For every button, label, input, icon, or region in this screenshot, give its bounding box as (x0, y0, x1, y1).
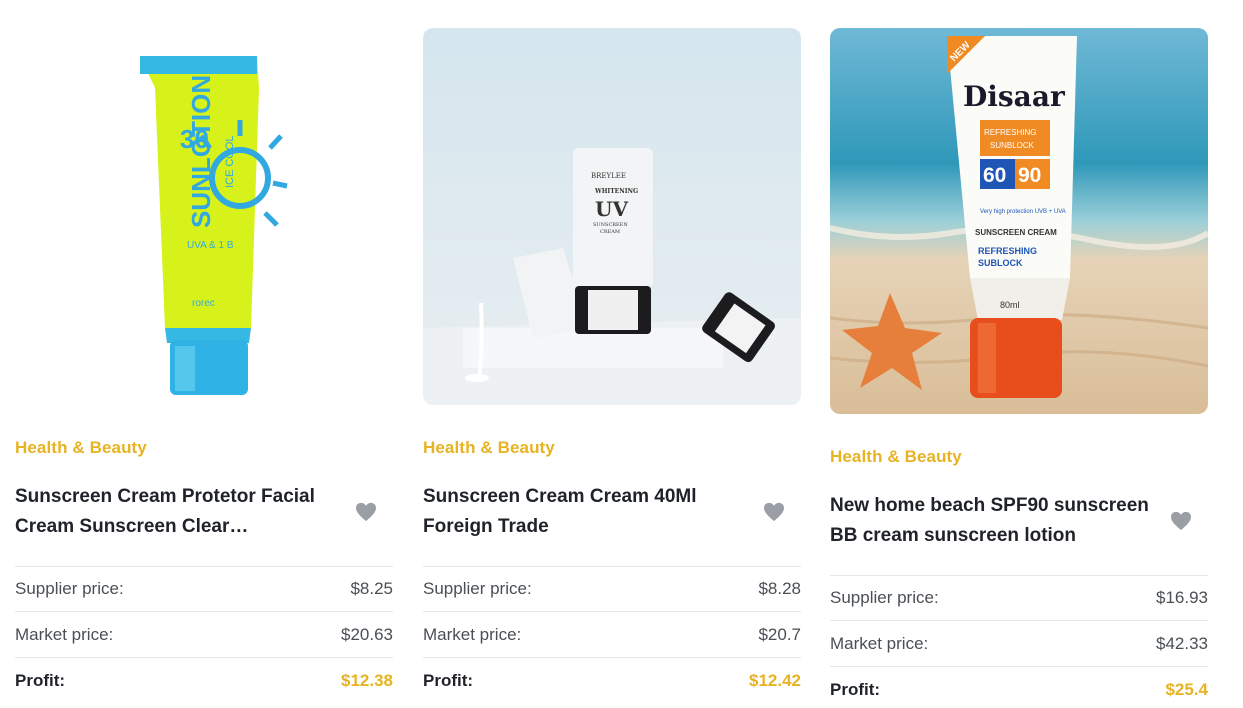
profit-label: Profit: (15, 671, 66, 690)
svg-text:SUBLOCK: SUBLOCK (978, 258, 1023, 268)
supplier-price-value: $8.28 (758, 579, 801, 598)
product-category[interactable]: Health & Beauty (830, 447, 1208, 467)
supplier-price-label: Supplier price: (830, 588, 939, 607)
svg-text:REFRESHING: REFRESHING (984, 128, 1036, 137)
svg-text:rorec: rorec (192, 298, 215, 309)
heart-icon[interactable] (355, 502, 377, 522)
svg-text:CREAM: CREAM (600, 229, 620, 235)
product-category[interactable]: Health & Beauty (423, 438, 801, 458)
svg-text:60: 60 (983, 164, 1006, 187)
svg-text:REFRESHING: REFRESHING (978, 246, 1037, 256)
profit-value: $12.38 (341, 671, 393, 690)
supplier-price-value: $16.93 (1156, 588, 1208, 607)
market-price-row: Market price: $42.33 (830, 621, 1208, 667)
market-price-row: Market price: $20.63 (15, 612, 393, 658)
profit-row: Profit: $12.42 (423, 658, 801, 704)
supplier-price-row: Supplier price: $16.93 (830, 575, 1208, 621)
product-title[interactable]: Sunscreen Cream Cream 40Ml Foreign Trade (423, 482, 743, 542)
profit-row: Profit: $25.4 (830, 667, 1208, 708)
market-price-label: Market price: (830, 633, 929, 653)
supplier-price-label: Supplier price: (15, 579, 124, 598)
profit-label: Profit: (830, 680, 881, 699)
market-price-label: Market price: (423, 624, 522, 644)
heart-icon[interactable] (763, 502, 785, 522)
svg-text:Disaar: Disaar (963, 80, 1066, 113)
market-price-label: Market price: (15, 624, 114, 644)
supplier-price-value: $8.25 (350, 579, 393, 598)
profit-value: $12.42 (749, 671, 801, 690)
product-card[interactable]: 30 SUNLOTION ICE COOL UVA & 1 B rorec He… (15, 28, 393, 704)
disaar-tube-beach-icon: NEW Disaar REFRESHING SUNBLOCK 60 90 Ver… (830, 28, 1208, 414)
svg-text:ICE COOL: ICE COOL (224, 135, 236, 188)
product-title[interactable]: Sunscreen Cream Protetor Facial Cream Su… (15, 482, 335, 542)
svg-text:UV: UV (595, 197, 628, 221)
svg-text:SUNSCREEN CREAM: SUNSCREEN CREAM (975, 228, 1057, 237)
market-price-value: $42.33 (1156, 633, 1208, 653)
svg-text:SUNLOTION: SUNLOTION (186, 75, 216, 228)
svg-text:SUNSCREEN: SUNSCREEN (593, 222, 628, 228)
svg-text:SUNBLOCK: SUNBLOCK (990, 141, 1035, 150)
product-card[interactable]: BREYLEE WHITENING UV SUNSCREEN CREAM Hea… (423, 28, 801, 704)
market-price-row: Market price: $20.7 (423, 612, 801, 658)
svg-text:BREYLEE: BREYLEE (591, 172, 626, 180)
product-title[interactable]: New home beach SPF90 sunscreen BB cream … (830, 491, 1150, 551)
uv-cream-bottle-icon: BREYLEE WHITENING UV SUNSCREEN CREAM (423, 28, 801, 405)
product-category[interactable]: Health & Beauty (15, 438, 393, 458)
heart-icon[interactable] (1170, 511, 1192, 531)
sunlotion-tube-icon: 30 SUNLOTION ICE COOL UVA & 1 B rorec (15, 28, 393, 405)
profit-value: $25.4 (1165, 680, 1208, 699)
svg-text:80ml: 80ml (1000, 300, 1020, 310)
supplier-price-label: Supplier price: (423, 579, 532, 598)
svg-text:WHITENING: WHITENING (594, 188, 638, 195)
supplier-price-row: Supplier price: $8.28 (423, 566, 801, 612)
product-image[interactable]: BREYLEE WHITENING UV SUNSCREEN CREAM (423, 28, 801, 405)
product-image[interactable]: 30 SUNLOTION ICE COOL UVA & 1 B rorec (15, 28, 393, 405)
svg-text:UVA & 1 B: UVA & 1 B (187, 240, 234, 251)
profit-label: Profit: (423, 671, 474, 690)
product-image[interactable]: NEW Disaar REFRESHING SUNBLOCK 60 90 Ver… (830, 28, 1208, 414)
profit-row: Profit: $12.38 (15, 658, 393, 704)
svg-text:90: 90 (1018, 164, 1041, 187)
product-card[interactable]: NEW Disaar REFRESHING SUNBLOCK 60 90 Ver… (830, 28, 1208, 708)
supplier-price-row: Supplier price: $8.25 (15, 566, 393, 612)
market-price-value: $20.7 (758, 624, 801, 644)
svg-text:Very high protection UVB + UVA: Very high protection UVB + UVA (980, 209, 1066, 215)
market-price-value: $20.63 (341, 624, 393, 644)
